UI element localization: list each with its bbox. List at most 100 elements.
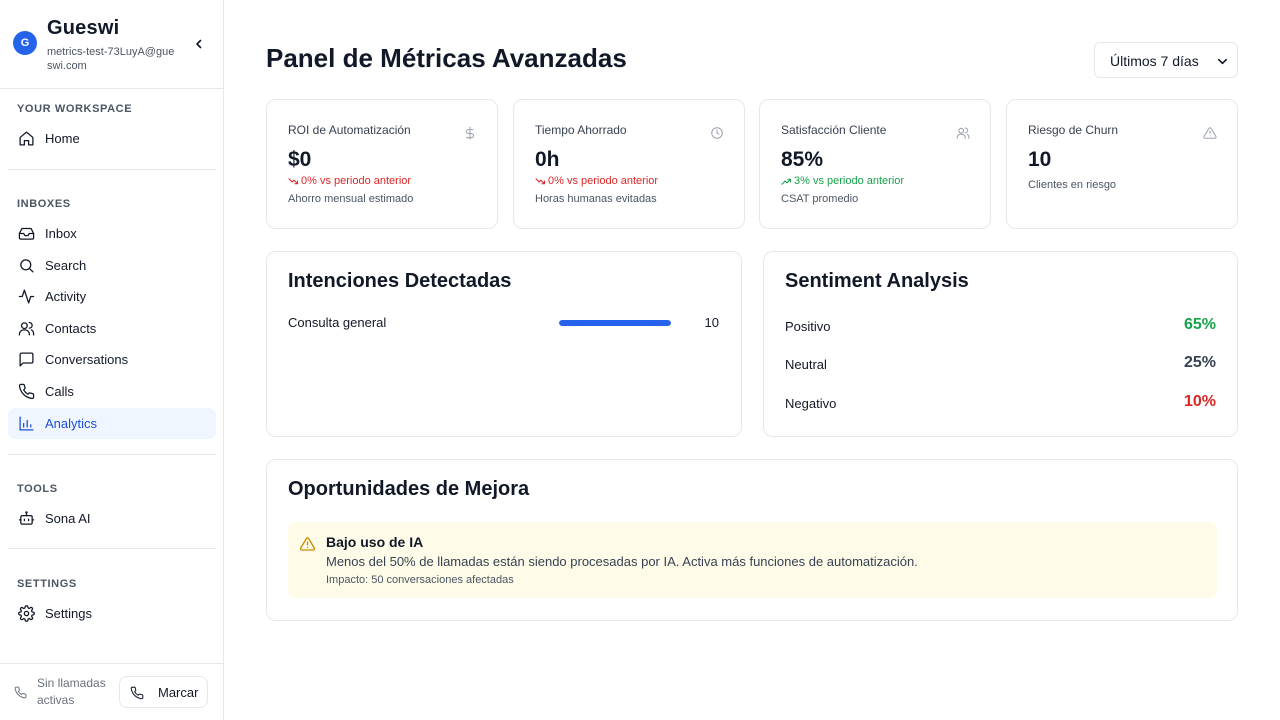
trending-down-icon — [288, 177, 299, 184]
intent-progress-fill — [559, 320, 671, 326]
gear-icon — [18, 605, 35, 622]
sentiment-row-positive: Positivo 65% — [785, 316, 1216, 336]
sentiment-value: 65% — [1183, 316, 1216, 333]
date-range-value: Últimos 7 días — [1110, 53, 1199, 69]
kpi-title: Tiempo Ahorrado — [535, 123, 627, 137]
brand-name: Gueswi — [47, 17, 120, 39]
kpi-trend-text: 3% vs periodo anterior — [794, 175, 905, 187]
chevron-left-icon — [196, 39, 202, 49]
sidebar-item-label: Settings — [45, 606, 92, 621]
card-title: Sentiment Analysis — [785, 270, 969, 292]
sidebar-item-contacts[interactable]: Contacts — [8, 313, 216, 344]
kpi-value: 10 — [1028, 148, 1052, 171]
sidebar-item-calls[interactable]: Calls — [8, 376, 216, 407]
kpi-value: 0h — [535, 148, 560, 171]
sidebar-item-search[interactable]: Search — [8, 250, 216, 281]
sentiment-label: Negativo — [785, 396, 837, 411]
phone-icon — [14, 686, 27, 699]
dollar-icon — [465, 126, 475, 140]
sidebar-item-label: Conversations — [45, 352, 129, 367]
avatar: G — [13, 31, 37, 55]
intents-card: Intenciones Detectadas Consulta general … — [266, 251, 742, 437]
alert-triangle-icon — [1203, 127, 1217, 139]
opportunity-alert: Bajo uso de IA Menos del 50% de llamadas… — [288, 522, 1217, 598]
users-icon — [18, 321, 35, 336]
bot-icon — [18, 511, 35, 525]
divider — [8, 169, 216, 170]
kpi-card-churn: Riesgo de Churn 10 Clientes en riesgo — [1006, 99, 1238, 229]
card-title: Intenciones Detectadas — [288, 270, 512, 292]
alert-impact: Impacto: 50 conversaciones afectadas — [326, 574, 514, 586]
kpi-title: ROI de Automatización — [288, 123, 411, 137]
sidebar-item-home[interactable]: Home — [8, 123, 216, 154]
chevron-down-icon — [1218, 58, 1227, 65]
kpi-subtitle: CSAT promedio — [781, 193, 859, 205]
kpi-card-satisfaction: Satisfacción Cliente 85% 3% vs periodo a… — [759, 99, 991, 229]
sidebar-item-analytics[interactable]: Analytics — [8, 408, 216, 439]
sidebar-item-label: Contacts — [45, 321, 97, 336]
sidebar-item-settings[interactable]: Settings — [8, 598, 216, 629]
sidebar: G Gueswi metrics-test-73LuyA@gueswi.com … — [0, 0, 224, 720]
clock-icon — [711, 127, 723, 139]
kpi-value: 85% — [781, 148, 824, 171]
sidebar-item-label: Analytics — [45, 416, 98, 431]
section-title-workspace: YOUR WORKSPACE — [17, 103, 133, 115]
collapse-sidebar-button[interactable] — [190, 36, 208, 52]
kpi-trend: 0% vs periodo anterior — [535, 175, 658, 187]
sidebar-item-activity[interactable]: Activity — [8, 281, 216, 312]
activity-icon — [18, 289, 35, 304]
kpi-card-roi: ROI de Automatización $0 0% vs periodo a… — [266, 99, 498, 229]
alert-title: Bajo uso de IA — [326, 534, 424, 550]
workspace-header: G Gueswi metrics-test-73LuyA@gueswi.com — [0, 0, 223, 89]
dial-button-label: Marcar — [158, 685, 199, 700]
bar-chart-icon — [19, 416, 34, 431]
phone-icon — [130, 686, 144, 700]
search-icon — [20, 259, 34, 273]
phone-icon — [18, 383, 35, 400]
alert-triangle-icon — [299, 537, 316, 551]
sentiment-value: 10% — [1183, 393, 1216, 410]
sidebar-item-label: Home — [45, 131, 80, 146]
sidebar-item-label: Search — [45, 258, 87, 273]
kpi-title: Riesgo de Churn — [1028, 123, 1119, 137]
sidebar-item-label: Calls — [45, 384, 74, 399]
divider — [8, 454, 216, 455]
date-range-select[interactable]: Últimos 7 días — [1094, 42, 1238, 78]
account-email: metrics-test-73LuyA@gueswi.com — [47, 46, 175, 72]
trending-up-icon — [781, 178, 792, 185]
home-icon — [19, 131, 34, 146]
inbox-icon — [18, 227, 35, 240]
card-title: Oportunidades de Mejora — [288, 478, 530, 500]
call-status: Sin llamadas activas — [37, 676, 106, 707]
kpi-title: Satisfacción Cliente — [781, 123, 887, 137]
kpi-card-time-saved: Tiempo Ahorrado 0h 0% vs periodo anterio… — [513, 99, 745, 229]
section-title-tools: TOOLS — [17, 483, 58, 495]
message-square-icon — [19, 352, 34, 367]
call-footer: Sin llamadas activas Marcar — [0, 663, 223, 720]
section-title-inboxes: INBOXES — [17, 198, 71, 210]
users-icon — [956, 127, 970, 139]
sidebar-item-label: Activity — [45, 289, 87, 304]
sentiment-row-neutral: Neutral 25% — [785, 354, 1216, 374]
kpi-subtitle: Ahorro mensual estimado — [288, 193, 414, 205]
trending-down-icon — [535, 177, 546, 184]
sidebar-item-conversations[interactable]: Conversations — [8, 344, 216, 375]
kpi-subtitle: Horas humanas evitadas — [535, 193, 657, 205]
sidebar-item-inbox[interactable]: Inbox — [8, 218, 216, 249]
divider — [8, 548, 216, 549]
kpi-subtitle: Clientes en riesgo — [1028, 179, 1117, 191]
sentiment-label: Positivo — [785, 319, 831, 334]
sidebar-item-label: Inbox — [45, 226, 77, 241]
alert-description: Menos del 50% de llamadas están siendo p… — [326, 554, 918, 569]
sentiment-row-negative: Negativo 10% — [785, 393, 1216, 413]
kpi-trend: 0% vs periodo anterior — [288, 175, 411, 187]
kpi-trend: 3% vs periodo anterior — [781, 175, 904, 187]
sidebar-item-label: Sona AI — [45, 511, 91, 526]
opportunities-card: Oportunidades de Mejora Bajo uso de IA M… — [266, 459, 1238, 621]
section-title-settings: SETTINGS — [17, 578, 77, 590]
sidebar-item-sona-ai[interactable]: Sona AI — [8, 503, 216, 534]
sentiment-card: Sentiment Analysis Positivo 65% Neutral … — [763, 251, 1238, 437]
dial-button[interactable]: Marcar — [119, 676, 208, 708]
kpi-value: $0 — [288, 148, 312, 171]
intent-progress-bar — [559, 320, 671, 326]
